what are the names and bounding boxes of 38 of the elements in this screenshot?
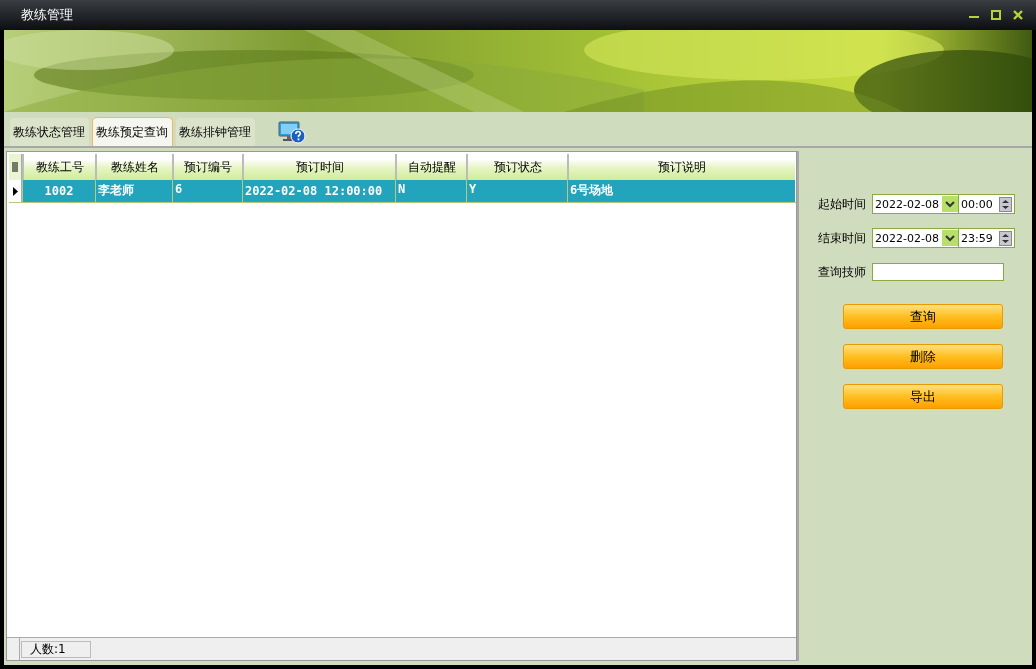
time-picker[interactable]: 23:59 bbox=[959, 228, 1015, 248]
help-monitor-icon[interactable] bbox=[278, 120, 306, 144]
table-cell: 6号场地 bbox=[567, 180, 795, 202]
table-cell: 李老师 bbox=[95, 180, 172, 202]
field-label: 结束时间 bbox=[818, 229, 867, 247]
spinner-icon[interactable] bbox=[999, 230, 1012, 246]
row-pointer-icon bbox=[12, 186, 18, 196]
column-header[interactable]: 预订编号 bbox=[172, 154, 242, 180]
field-label: 查询技师 bbox=[818, 263, 867, 281]
close-icon[interactable] bbox=[1012, 9, 1024, 21]
table-cell: 2022-02-08 12:00:00 bbox=[242, 180, 395, 202]
table-cell: Y bbox=[466, 180, 567, 202]
tab[interactable]: 教练状态管理 bbox=[9, 117, 90, 146]
column-header[interactable]: 预订时间 bbox=[242, 154, 395, 180]
column-header[interactable]: 教练姓名 bbox=[95, 154, 172, 180]
window-title: 教练管理 bbox=[21, 6, 73, 24]
date-picker[interactable]: 2022-02-08 bbox=[872, 228, 959, 248]
column-header[interactable]: 教练工号 bbox=[22, 154, 95, 180]
tab[interactable]: 教练排钟管理 bbox=[175, 117, 256, 146]
status-count: 人数:1 bbox=[21, 641, 91, 658]
spinner-icon[interactable] bbox=[999, 196, 1012, 212]
action-button[interactable]: 查询 bbox=[843, 304, 1003, 329]
table-cell: 1002 bbox=[22, 180, 95, 202]
action-button[interactable]: 删除 bbox=[843, 344, 1003, 369]
column-header[interactable]: 预订说明 bbox=[567, 154, 795, 180]
time-picker[interactable]: 00:00 bbox=[959, 194, 1015, 214]
column-header[interactable]: 自动提醒 bbox=[395, 154, 466, 180]
table-cell: N bbox=[395, 180, 466, 202]
dropdown-icon[interactable] bbox=[942, 196, 958, 212]
tab[interactable]: 教练预定查询 bbox=[92, 117, 173, 146]
action-button[interactable]: 导出 bbox=[843, 384, 1003, 409]
input-field[interactable] bbox=[872, 263, 1004, 281]
dropdown-icon[interactable] bbox=[942, 230, 958, 246]
table-cell: 6 bbox=[172, 180, 242, 202]
field-label: 起始时间 bbox=[818, 195, 867, 213]
maximize-icon[interactable] bbox=[990, 9, 1002, 21]
column-header[interactable]: 预订状态 bbox=[466, 154, 567, 180]
date-picker[interactable]: 2022-02-08 bbox=[872, 194, 959, 214]
